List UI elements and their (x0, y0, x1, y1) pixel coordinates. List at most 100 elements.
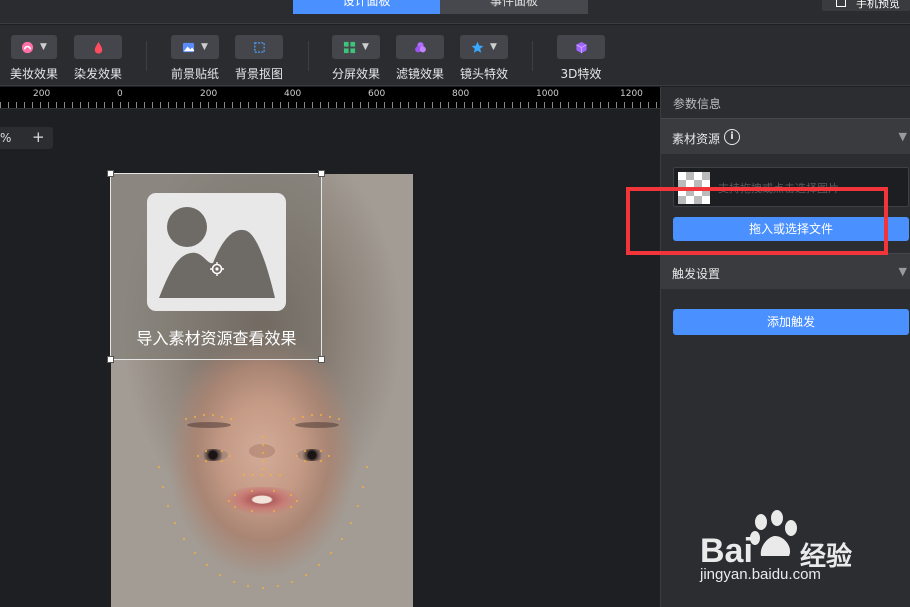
material-section-title: 素材资源 (672, 132, 721, 146)
right-eyebrow (295, 422, 339, 428)
tool-lens-effect[interactable]: ▼ 镜头特效 (454, 35, 514, 82)
tool-hair-dye-button[interactable] (74, 35, 122, 59)
ruler-label: 1200 (620, 89, 643, 99)
landmark-dot (185, 418, 187, 420)
background-cutout-icon (253, 41, 265, 53)
tool-lens-effect-button[interactable]: ▼ (460, 35, 508, 59)
effects-toolbar: ▼ 美妆效果 染发效果 ▼ 前景贴纸 背景抠图 ▼ 分屏效果 滤镜效果 ▼ 镜头… (0, 25, 910, 86)
landmark-dot (262, 436, 264, 438)
tab-design-panel[interactable]: 设计面板 (293, 0, 440, 14)
tool-makeup-label: 美妆效果 (9, 67, 58, 81)
resize-handle-top-right[interactable] (318, 170, 325, 177)
landmark-dot (261, 474, 263, 476)
nose (249, 444, 275, 458)
resize-handle-top-left[interactable] (107, 170, 114, 177)
trigger-section-title: 触发设置 (672, 267, 721, 281)
landmark-dot (296, 500, 298, 502)
landmark-dot (304, 460, 306, 463)
tab-design-label: 设计面板 (342, 0, 391, 8)
ruler-label: 800 (452, 89, 470, 99)
landmark-dot (205, 564, 208, 567)
sticker-icon (182, 42, 195, 52)
tool-hair-dye[interactable]: 染发效果 (68, 35, 128, 82)
tool-makeup-button[interactable]: ▼ (11, 35, 57, 59)
panel-title: 参数信息 (673, 97, 722, 111)
tool-sticker-button[interactable]: ▼ (171, 35, 219, 59)
landmark-dot (262, 586, 264, 589)
toolbar-divider (308, 41, 309, 71)
landmark-dot (232, 580, 235, 583)
design-canvas[interactable]: % + 导入素材资源查看效果 (0, 110, 660, 607)
tool-3d-effect-label: 3D特效 (560, 67, 602, 81)
zoom-percentage: % (0, 131, 12, 145)
landmark-dot (357, 504, 359, 507)
landmark-dot (221, 415, 223, 418)
tool-3d-effect-button[interactable] (557, 35, 605, 59)
landmark-dot (320, 449, 322, 452)
landmark-dot (349, 522, 352, 525)
zoom-in-button[interactable]: + (32, 128, 45, 146)
tool-split-screen[interactable]: ▼ 分屏效果 (326, 35, 386, 82)
landmark-dot (289, 505, 292, 508)
landmark-dot (221, 460, 223, 463)
landmark-dot (311, 414, 313, 417)
tool-sticker[interactable]: ▼ 前景贴纸 (165, 35, 225, 82)
landmark-dot (365, 466, 368, 469)
landmark-dot (320, 460, 322, 463)
landmark-dot (291, 580, 294, 583)
baidu-paw-logo (750, 510, 797, 556)
watermark-url: jingyan.baidu.com (700, 566, 821, 583)
material-section-header[interactable]: 素材资源 i ▼ (661, 118, 910, 154)
collapse-arrow-icon[interactable]: ▼ (899, 265, 907, 278)
landmark-dot (330, 552, 333, 555)
ruler-label: 600 (368, 89, 386, 99)
landmark-dot (262, 460, 264, 462)
tool-bg-cutout-button[interactable] (235, 35, 283, 59)
add-trigger-button[interactable]: 添加触发 (673, 309, 909, 335)
landmark-dot (329, 415, 331, 418)
tool-filter-label: 滤镜效果 (395, 67, 444, 81)
landmark-dot (296, 455, 298, 457)
tool-3d-effect[interactable]: 3D特效 (551, 35, 611, 82)
landmark-dot (197, 455, 199, 457)
anchor-point-icon[interactable] (210, 262, 224, 276)
resize-handle-bottom-left[interactable] (107, 356, 114, 363)
landmark-dot (212, 414, 214, 417)
ruler-label: 200 (33, 89, 51, 99)
phone-preview-icon (836, 0, 846, 7)
phone-preview-label: 手机预览 (856, 0, 900, 10)
tool-split-screen-button[interactable]: ▼ (332, 35, 380, 59)
resize-handle-bottom-right[interactable] (318, 356, 325, 363)
tool-bg-cutout-label: 背景抠图 (234, 67, 283, 81)
tool-split-screen-label: 分屏效果 (331, 67, 380, 81)
chevron-down-icon: ▼ (40, 42, 47, 52)
makeup-icon (21, 41, 34, 53)
tool-filter[interactable]: 滤镜效果 (390, 35, 450, 82)
ruler-label: 400 (284, 89, 302, 99)
ruler-label: 0 (117, 89, 123, 99)
collapse-arrow-icon[interactable]: ▼ (899, 130, 907, 143)
landmark-dot (293, 418, 295, 420)
toolbar-divider (146, 41, 147, 71)
landmark-dot (174, 522, 177, 525)
landmark-dot (262, 444, 264, 446)
mouth (224, 487, 300, 515)
landmark-dot (247, 585, 250, 588)
trigger-section-header[interactable]: 触发设置 ▼ (661, 253, 910, 289)
landmark-dot (340, 538, 343, 541)
tab-event-panel[interactable]: 事件面板 (440, 0, 588, 14)
tool-makeup[interactable]: ▼ 美妆效果 (4, 35, 64, 82)
zoom-control[interactable]: % + (0, 127, 53, 149)
hair-dye-icon (94, 41, 102, 54)
tool-filter-button[interactable] (396, 35, 444, 59)
info-icon[interactable]: i (724, 129, 740, 145)
lens-effect-icon (471, 41, 484, 53)
phone-preview-button[interactable]: 手机预览 (822, 0, 910, 11)
left-eye (198, 449, 228, 461)
tool-bg-cutout[interactable]: 背景抠图 (229, 35, 289, 82)
landmark-dot (270, 474, 272, 476)
landmark-dot (218, 573, 221, 576)
landmark-dot (228, 500, 230, 502)
landmark-dot (183, 538, 186, 541)
left-eyebrow (187, 422, 231, 428)
